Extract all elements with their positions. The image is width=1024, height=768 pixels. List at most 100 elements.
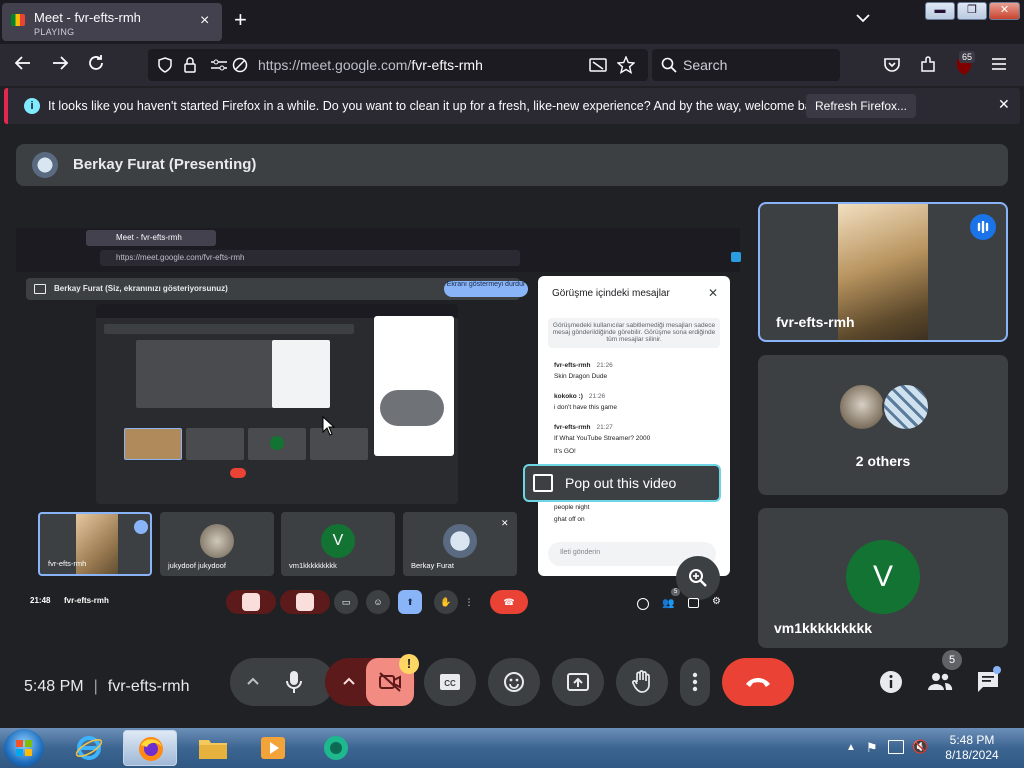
video-options-chevron-icon[interactable] (337, 670, 361, 694)
shared-hand-button: ✋ (434, 590, 458, 614)
file-explorer-icon[interactable] (186, 730, 240, 766)
close-tab-icon[interactable]: × (200, 12, 209, 30)
shared-presenting-bar: Berkay Furat (Siz, ekranınızı gösteriyor… (26, 278, 528, 300)
network-icon[interactable] (888, 740, 904, 754)
nested-popout-pill (380, 390, 444, 426)
bookmark-star-icon[interactable] (616, 55, 636, 78)
shared-tile-name: Berkay Furat (411, 561, 454, 570)
shared-tile-fvr: fvr-efts-rmh (38, 512, 152, 576)
chat-message: kokoko :) 21:26 (554, 393, 606, 400)
shared-cc-button: ▭ (334, 590, 358, 614)
shared-tile-name: jukydoof jukydoof (168, 561, 226, 570)
notification-message: It looks like you haven't started Firefo… (48, 99, 828, 113)
search-bar[interactable]: Search (652, 49, 840, 81)
permissions-icon[interactable] (210, 57, 228, 77)
back-icon[interactable] (14, 54, 32, 76)
emoji-button[interactable] (488, 658, 540, 706)
people-icon[interactable] (927, 670, 953, 696)
shared-people-icon: 👥 (662, 598, 675, 609)
volume-muted-icon[interactable]: 🔇 (912, 739, 928, 755)
minimize-window-icon[interactable]: ▬ (925, 2, 955, 20)
refresh-firefox-button[interactable]: Refresh Firefox... (806, 94, 916, 118)
pocket-icon[interactable] (883, 57, 901, 77)
shared-cam-button (280, 590, 330, 614)
side-tile-name: vm1kkkkkkkkk (774, 620, 873, 636)
shared-activities-icon: ⚙ (712, 596, 721, 607)
nested-tile-1 (124, 428, 182, 460)
svg-text:CC: CC (444, 679, 456, 688)
new-tab-icon[interactable]: + (234, 7, 247, 33)
app-taskbar-icon[interactable] (308, 730, 362, 766)
start-button-icon[interactable] (4, 729, 44, 767)
leave-call-button[interactable] (722, 658, 794, 706)
shared-mic-button (226, 590, 276, 614)
system-tray: ▲ ⚑ 🔇 5:48 PM 8/18/2024 (840, 728, 1024, 768)
chat-title: Görüşme içindeki mesajlar (552, 288, 670, 299)
action-center-flag-icon[interactable]: ⚑ (866, 740, 878, 756)
present-screen-icon (34, 284, 46, 294)
windows-taskbar: ▲ ⚑ 🔇 5:48 PM 8/18/2024 (0, 728, 1024, 768)
meet-page: Berkay Furat (Presenting) Meet - fvr-eft… (0, 126, 1024, 728)
forward-icon[interactable] (51, 54, 69, 76)
internet-explorer-icon[interactable] (62, 730, 116, 766)
chat-note: Görüşmedeki kullanıcılar sabitlemediği m… (548, 318, 720, 348)
microphone-button[interactable] (270, 658, 318, 706)
chat-icon[interactable] (976, 670, 1002, 696)
shared-leave-button: ☎ (490, 590, 528, 614)
reload-icon[interactable] (87, 54, 105, 76)
side-tile-vm1[interactable]: V vm1kkkkkkkkk (758, 508, 1008, 648)
screen-share-indicator-icon[interactable] (589, 57, 607, 77)
search-icon (661, 57, 677, 77)
meeting-info-icon[interactable] (879, 670, 905, 696)
captions-button[interactable]: CC (424, 658, 476, 706)
chat-unread-dot (993, 666, 1001, 674)
extensions-icon[interactable] (919, 56, 937, 78)
shared-tab-title: Meet - fvr-efts-rmh (86, 230, 216, 246)
url-text[interactable]: https://meet.google.com/fvr-efts-rmh (258, 57, 483, 73)
nested-presenter-bar (104, 324, 354, 334)
clock-date: 8/18/2024 (945, 748, 999, 762)
menu-icon[interactable] (991, 57, 1007, 75)
browser-tab[interactable]: Meet - fvr-efts-rmh PLAYING × (2, 3, 222, 41)
cursor-arrow-icon (322, 415, 342, 438)
chat-message-text: ghat off on (554, 516, 585, 523)
lock-icon[interactable] (183, 57, 197, 77)
shared-screen[interactable]: Meet - fvr-efts-rmh https://meet.google.… (16, 228, 741, 618)
avatar: V (846, 540, 920, 614)
list-tabs-icon[interactable] (856, 10, 870, 26)
nested-tile-2 (186, 428, 244, 460)
url-bar[interactable]: https://meet.google.com/fvr-efts-rmh (148, 49, 648, 81)
side-tile-others[interactable]: 2 others (758, 355, 1008, 495)
shared-chat-icon (688, 598, 699, 608)
close-chat-icon: ✕ (708, 286, 719, 300)
avatar (882, 383, 930, 431)
pop-out-video-button[interactable]: Pop out this video (523, 464, 721, 502)
system-clock[interactable]: 5:48 PM 8/18/2024 (934, 733, 1010, 763)
restore-window-icon[interactable]: ❐ (957, 2, 987, 20)
tab-title: Meet - fvr-efts-rmh (34, 10, 141, 25)
shared-tile-name: fvr-efts-rmh (48, 559, 87, 568)
more-options-button[interactable] (680, 658, 710, 706)
autoplay-blocked-icon[interactable] (232, 57, 248, 77)
pop-out-icon (533, 474, 553, 492)
extension-badge: 65 (959, 51, 976, 63)
firefox-taskbar-icon[interactable] (123, 730, 177, 766)
browser-tab-bar: Meet - fvr-efts-rmh PLAYING × + ▬ ❐ ✕ (0, 0, 1024, 44)
tracking-shield-icon[interactable] (157, 57, 173, 77)
avatar (443, 524, 477, 558)
refresh-notification-bar: i It looks like you haven't started Fire… (4, 88, 1020, 124)
show-hidden-icons-icon[interactable]: ▲ (846, 742, 856, 753)
present-screen-button[interactable] (552, 658, 604, 706)
search-input[interactable]: Search (683, 57, 727, 73)
media-player-icon[interactable] (246, 730, 300, 766)
audio-options-chevron-icon[interactable] (241, 670, 265, 694)
camera-alert-badge: ! (399, 654, 419, 674)
avatar (200, 524, 234, 558)
side-tile-fvr[interactable]: fvr-efts-rmh (758, 202, 1008, 342)
close-notification-icon[interactable]: ✕ (998, 96, 1010, 113)
close-window-icon[interactable]: ✕ (989, 2, 1020, 20)
chat-message: fvr-efts-rmh 21:26 (554, 362, 613, 369)
shared-tile-vm1: V vm1kkkkkkkkk (281, 512, 395, 576)
raise-hand-button[interactable] (616, 658, 668, 706)
avatar: V (321, 524, 355, 558)
